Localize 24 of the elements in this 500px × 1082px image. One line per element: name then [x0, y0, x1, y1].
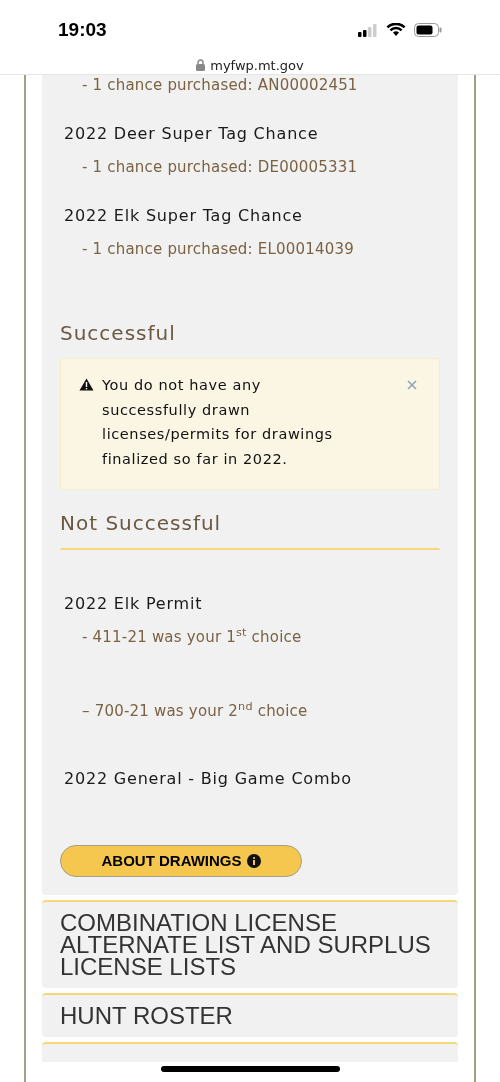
close-icon[interactable]	[407, 380, 417, 390]
about-drawings-button[interactable]: ABOUT DRAWINGS	[60, 845, 302, 877]
alert-message: You do not have any successfully drawn licenses/permits for drawings finalized so far in 2022.	[102, 376, 334, 469]
status-time: 19:03	[58, 18, 107, 42]
purchase-detail: - 1 chance purchased: EL00014039	[81, 239, 355, 259]
section-header[interactable]: HUNT ROSTER	[42, 993, 458, 1037]
choice-detail: – 700-21 was your 2$^{nd}$ choice	[81, 701, 309, 721]
section-header[interactable]: COMBINATION LICENSE ALTERNATE LIST AND SURPLUS LICENSE LISTS	[42, 900, 458, 988]
section-heading: Successful	[60, 320, 177, 347]
permit-title: 2022 General - Big Game Combo	[63, 769, 353, 789]
battery-icon	[414, 23, 442, 38]
purchase-title: 2022 Deer Super Tag Chance	[63, 124, 320, 144]
address-url[interactable]: myfwp.mt.gov	[210, 55, 304, 75]
purchase-detail: - 1 chance purchased: DE00005331	[81, 157, 359, 177]
info-icon	[246, 854, 261, 868]
purchase-detail: - 1 chance purchased: AN00002451	[81, 75, 359, 95]
wifi-icon	[386, 23, 406, 38]
lock-icon	[196, 59, 206, 72]
signal-icon	[358, 23, 378, 37]
warning-icon	[79, 378, 94, 391]
choice-detail: - 411-21 was your 1$^{st}$ choice	[81, 627, 303, 647]
section-heading: Not Successful	[60, 510, 223, 537]
purchase-title: 2022 Elk Super Tag Chance	[63, 206, 304, 226]
permit-title: 2022 Elk Permit	[63, 594, 204, 614]
